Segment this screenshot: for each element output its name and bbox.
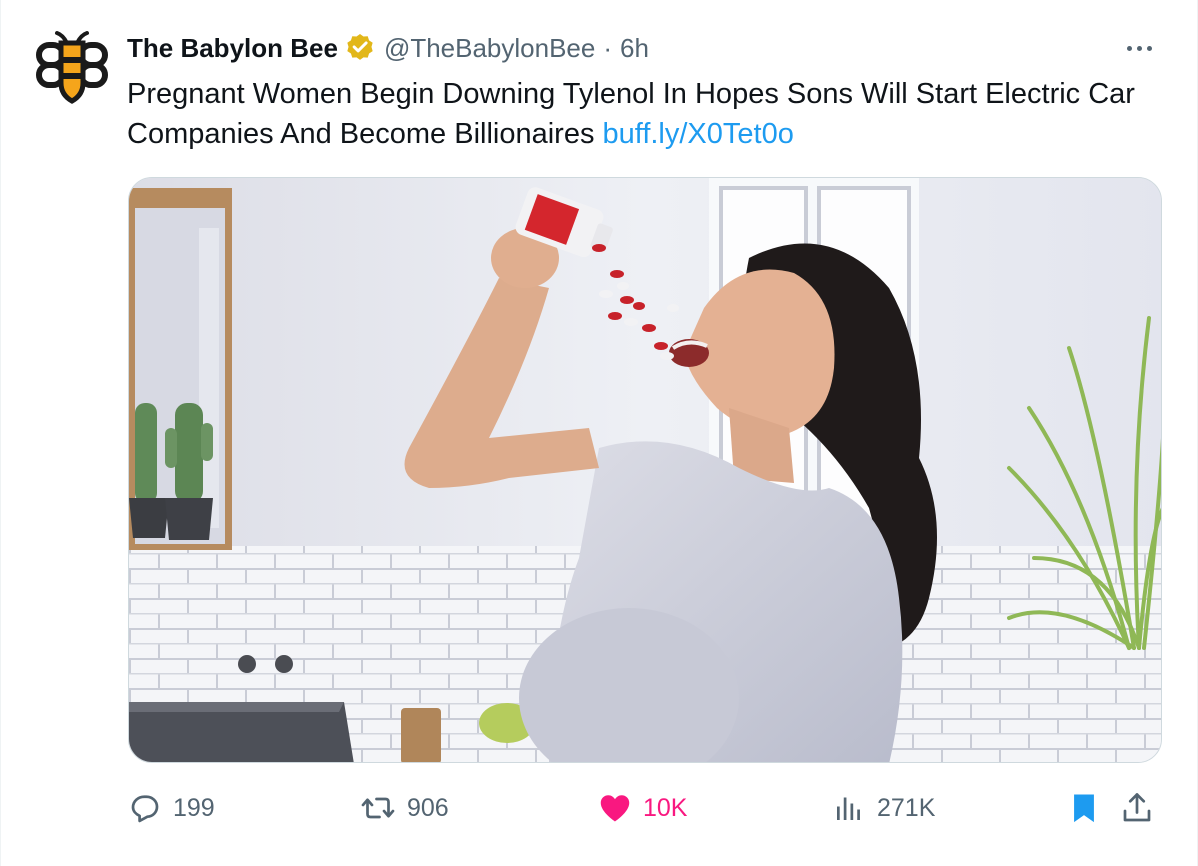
reply-button[interactable]: 199	[127, 786, 215, 830]
heart-icon	[600, 795, 630, 822]
tweet-media-photo[interactable]	[128, 177, 1162, 763]
share-icon	[1123, 793, 1151, 822]
bookmark-icon	[1074, 794, 1094, 823]
babylon-bee-logo-icon	[33, 27, 111, 105]
author-handle[interactable]: @TheBabylonBee	[384, 33, 595, 64]
bookmark-button[interactable]	[1067, 786, 1111, 830]
reply-count: 199	[173, 793, 215, 822]
photo-illustration	[129, 178, 1161, 762]
author-avatar[interactable]	[33, 27, 111, 105]
tweet-link[interactable]: buff.ly/X0Tet0o	[603, 118, 794, 150]
retweet-count: 906	[407, 793, 449, 822]
retweet-icon	[361, 797, 395, 819]
tweet-actions-bar: 199 906 10K 271K	[127, 786, 1163, 830]
tweet-header: The Babylon Bee @TheBabylonBee · 6h	[127, 30, 649, 66]
author-display-name[interactable]: The Babylon Bee	[127, 33, 338, 64]
like-count: 10K	[643, 793, 688, 822]
like-button[interactable]: 10K	[597, 786, 687, 830]
share-button[interactable]	[1119, 786, 1165, 830]
tweet-card[interactable]: The Babylon Bee @TheBabylonBee · 6h Preg…	[0, 0, 1198, 866]
verified-badge-icon[interactable]	[344, 32, 376, 64]
tweet-timestamp[interactable]: 6h	[620, 33, 649, 64]
header-separator: ·	[603, 32, 613, 63]
views-button[interactable]: 271K	[831, 786, 935, 830]
view-count: 271K	[877, 793, 936, 822]
tweet-text: Pregnant Women Begin Downing Tylenol In …	[127, 74, 1157, 154]
retweet-button[interactable]: 906	[359, 786, 449, 830]
reply-icon	[131, 795, 159, 823]
views-icon	[837, 797, 860, 820]
more-icon[interactable]	[1119, 30, 1159, 66]
